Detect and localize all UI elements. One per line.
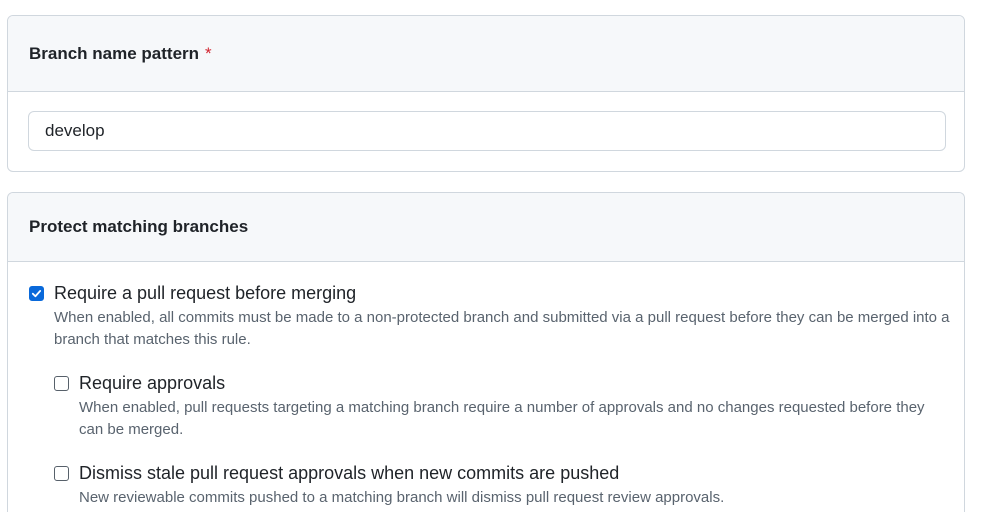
require-pull-request-description: When enabled, all commits must be made t…: [54, 309, 950, 348]
branch-pattern-label: Branch name pattern: [29, 43, 200, 63]
branch-pattern-input[interactable]: [28, 111, 946, 151]
require-pull-request-checkbox[interactable]: [29, 286, 44, 301]
require-pull-request-option[interactable]: Require a pull request before merging: [29, 283, 356, 304]
dismiss-stale-approvals-label: Dismiss stale pull request approvals whe…: [79, 463, 620, 483]
branch-pattern-header: Branch name pattern *: [8, 16, 964, 92]
protect-branches-header: Protect matching branches: [8, 193, 964, 262]
dismiss-stale-approvals-checkbox[interactable]: [54, 466, 69, 481]
dismiss-stale-approvals-description: New reviewable commits pushed to a match…: [79, 489, 725, 506]
check-icon: [31, 290, 42, 298]
require-approvals-description: When enabled, pull requests targeting a …: [79, 399, 925, 438]
dismiss-stale-approvals-option[interactable]: Dismiss stale pull request approvals whe…: [54, 463, 619, 484]
protect-branches-heading: Protect matching branches: [29, 217, 249, 236]
require-pull-request-label: Require a pull request before merging: [54, 283, 357, 303]
branch-pattern-section: Branch name pattern *: [7, 15, 965, 172]
require-approvals-option[interactable]: Require approvals: [54, 373, 225, 394]
require-approvals-label: Require approvals: [79, 373, 226, 393]
protect-branches-section: Protect matching branches Require a pull…: [7, 192, 965, 512]
required-asterisk: *: [205, 43, 212, 63]
require-approvals-checkbox[interactable]: [54, 376, 69, 391]
